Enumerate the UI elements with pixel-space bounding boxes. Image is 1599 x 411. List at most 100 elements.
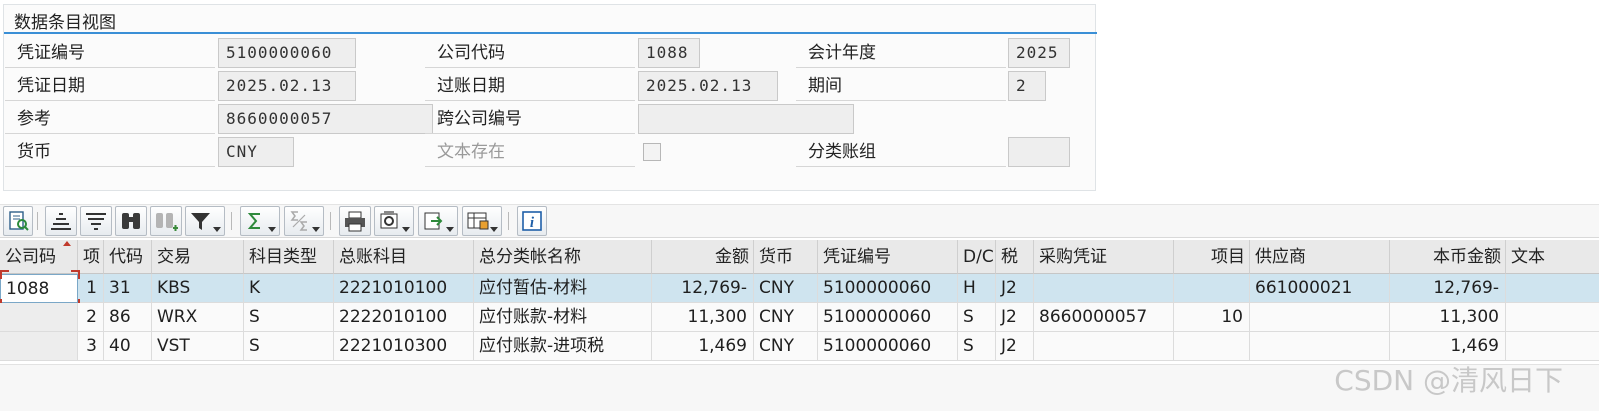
col-header-po-item[interactable]: 项目 [1174,240,1250,274]
col-header-transaction[interactable]: 交易 [152,240,244,274]
col-header-local-amount[interactable]: 本币金额 [1390,240,1506,274]
text-exists-checkbox[interactable] [643,143,661,161]
cell-purchasing-doc[interactable] [1034,332,1174,361]
print-button[interactable] [339,206,371,236]
cell-transaction[interactable]: VST [152,332,244,361]
cell-posting-key[interactable]: 40 [104,332,152,361]
cell-company-code[interactable] [0,303,78,332]
col-header-gl-name[interactable]: 总分类帐名称 [474,240,652,274]
line-items-grid: 公司码 项 代码 交易 科目类型 总账科目 总分类帐名称 金额 货币 凭证编号 … [0,240,1599,364]
layout-button[interactable] [462,206,502,236]
cell-vendor[interactable] [1250,332,1390,361]
cell-text[interactable] [1506,332,1599,361]
views-icon [380,211,398,229]
find-button[interactable] [115,206,147,236]
cell-text[interactable] [1506,274,1599,303]
chevron-down-icon [446,227,454,232]
cell-gl-name[interactable]: 应付账款-材料 [474,303,652,332]
cross-company-field[interactable] [638,104,854,134]
cell-local-amount[interactable]: 12,769- [1390,274,1506,303]
cell-doc-no[interactable]: 5100000060 [818,332,958,361]
cell-posting-key[interactable]: 86 [104,303,152,332]
cell-gl-account[interactable]: 2221010100 [334,274,474,303]
cell-po-item[interactable] [1174,332,1250,361]
doc-no-field[interactable]: 5100000060 [218,38,356,68]
cell-item[interactable]: 2 [78,303,104,332]
cell-transaction[interactable]: KBS [152,274,244,303]
cell-purchasing-doc[interactable]: 8660000057 [1034,303,1174,332]
cell-vendor[interactable] [1250,303,1390,332]
cell-posting-key[interactable]: 31 [104,274,152,303]
cell-local-amount[interactable]: 11,300 [1390,303,1506,332]
cell-gl-name[interactable]: 应付暂估-材料 [474,274,652,303]
views-button[interactable] [374,206,414,236]
cell-gl-name[interactable]: 应付账款-进项税 [474,332,652,361]
cell-dc[interactable]: H [958,274,996,303]
sort-descending-button[interactable] [80,206,112,236]
cell-doc-no[interactable]: 5100000060 [818,303,958,332]
cell-amount[interactable]: 1,469 [652,332,754,361]
cell-purchasing-doc[interactable] [1034,274,1174,303]
cross-company-label: 跨公司编号 [425,104,635,134]
cell-transaction[interactable]: WRX [152,303,244,332]
cell-currency[interactable]: CNY [754,274,818,303]
cell-company-code[interactable] [0,332,78,361]
cell-text[interactable] [1506,303,1599,332]
export-button[interactable] [418,206,458,236]
print-icon [345,211,365,232]
subtotal-button[interactable] [284,206,324,236]
col-header-posting-key[interactable]: 代码 [104,240,152,274]
sort-ascending-button[interactable] [45,206,77,236]
cell-gl-account[interactable]: 2221010300 [334,332,474,361]
reference-label: 参考 [5,104,215,134]
cell-dc[interactable]: S [958,303,996,332]
cell-account-type[interactable]: S [244,332,334,361]
col-header-doc-no[interactable]: 凭证编号 [818,240,958,274]
cell-amount[interactable]: 12,769- [652,274,754,303]
find-next-icon [156,213,178,231]
cell-account-type[interactable]: S [244,303,334,332]
info-button[interactable]: i [517,206,547,236]
reference-field[interactable]: 8660000057 [218,104,433,134]
cell-po-item[interactable]: 10 [1174,303,1250,332]
col-header-account-type[interactable]: 科目类型 [244,240,334,274]
cell-doc-no[interactable]: 5100000060 [818,274,958,303]
col-header-dc[interactable]: D/C [958,240,996,274]
cell-currency[interactable]: CNY [754,332,818,361]
col-header-amount[interactable]: 金额 [652,240,754,274]
col-header-purchasing-doc[interactable]: 采购凭证 [1034,240,1174,274]
cell-gl-account[interactable]: 2222010100 [334,303,474,332]
col-header-vendor[interactable]: 供应商 [1250,240,1390,274]
cell-item[interactable]: 1 [78,274,104,303]
toolbar-separator [508,212,509,230]
posting-date-field[interactable]: 2025.02.13 [638,71,778,101]
col-header-tax[interactable]: 税 [996,240,1034,274]
doc-date-label: 凭证日期 [5,71,215,101]
total-button[interactable] [240,206,280,236]
cell-item[interactable]: 3 [78,332,104,361]
currency-field[interactable]: CNY [218,137,294,167]
company-code-field[interactable]: 1088 [638,38,700,68]
cell-account-type[interactable]: K [244,274,334,303]
cell-po-item[interactable] [1174,274,1250,303]
find-next-button[interactable] [150,206,182,236]
cell-tax[interactable]: J2 [996,332,1034,361]
cell-currency[interactable]: CNY [754,303,818,332]
col-header-gl-account[interactable]: 总账科目 [334,240,474,274]
cell-local-amount[interactable]: 1,469 [1390,332,1506,361]
cell-dc[interactable]: S [958,332,996,361]
fiscal-year-field[interactable]: 2025 [1008,38,1070,68]
ledger-group-field[interactable] [1008,137,1070,167]
cell-tax[interactable]: J2 [996,303,1034,332]
cell-amount[interactable]: 11,300 [652,303,754,332]
filter-button[interactable] [185,206,225,236]
period-field[interactable]: 2 [1008,71,1046,101]
details-button[interactable] [3,206,33,236]
cell-company-code[interactable]: 1088 [0,274,78,303]
col-header-currency[interactable]: 货币 [754,240,818,274]
col-header-item[interactable]: 项 [78,240,104,274]
cell-tax[interactable]: J2 [996,274,1034,303]
doc-date-field[interactable]: 2025.02.13 [218,71,356,101]
col-header-text[interactable]: 文本 [1506,240,1599,274]
cell-vendor[interactable]: 661000021 [1250,274,1390,303]
